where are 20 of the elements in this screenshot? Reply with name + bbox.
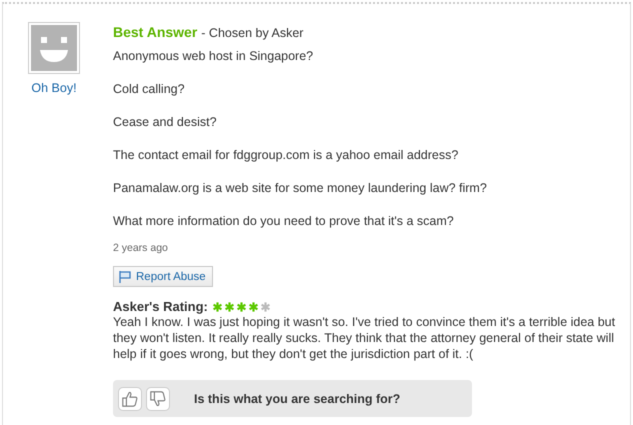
- rating-comment: Yeah I know. I was just hoping it wasn't so. I've tried to convince them it's a terrible idea but they won't listen. It really really sucks. They think that the attorney general of their state will help if it goes wrong, but they don't get the jurisdiction part of it. :(: [113, 314, 616, 362]
- thumbs-down-icon: [149, 390, 167, 408]
- thumbs-down-button[interactable]: [146, 386, 170, 410]
- thumbs-up-button[interactable]: [118, 386, 142, 410]
- flag-icon: [118, 270, 132, 284]
- answer-paragraph: Cold calling?: [113, 81, 186, 97]
- answer-paragraph: Cease and desist?: [113, 114, 218, 130]
- report-abuse-button[interactable]: Report Abuse: [113, 266, 213, 287]
- answer-time: 2 years ago: [113, 242, 169, 254]
- avatar-icon: [28, 22, 80, 74]
- user-name-link[interactable]: Oh Boy!: [31, 81, 77, 95]
- rating-label: Asker's Rating:: [113, 299, 208, 314]
- thumbs-up-icon: [121, 390, 139, 408]
- answer-paragraph: What more information do you need to prove that it's a scam?: [113, 213, 455, 229]
- answer-paragraph: The contact email for fdggroup.com is a yahoo email address?: [113, 147, 460, 163]
- best-answer-label: Best Answer: [113, 24, 198, 40]
- answer-paragraph: Panamalaw.org is a web site for some money laundering law? firm?: [113, 180, 488, 196]
- chosen-by-label: - Chosen by Asker: [201, 26, 304, 40]
- answer-paragraph: Anonymous web host in Singapore?: [113, 48, 314, 64]
- feedback-question: Is this what you are searching for?: [194, 392, 400, 406]
